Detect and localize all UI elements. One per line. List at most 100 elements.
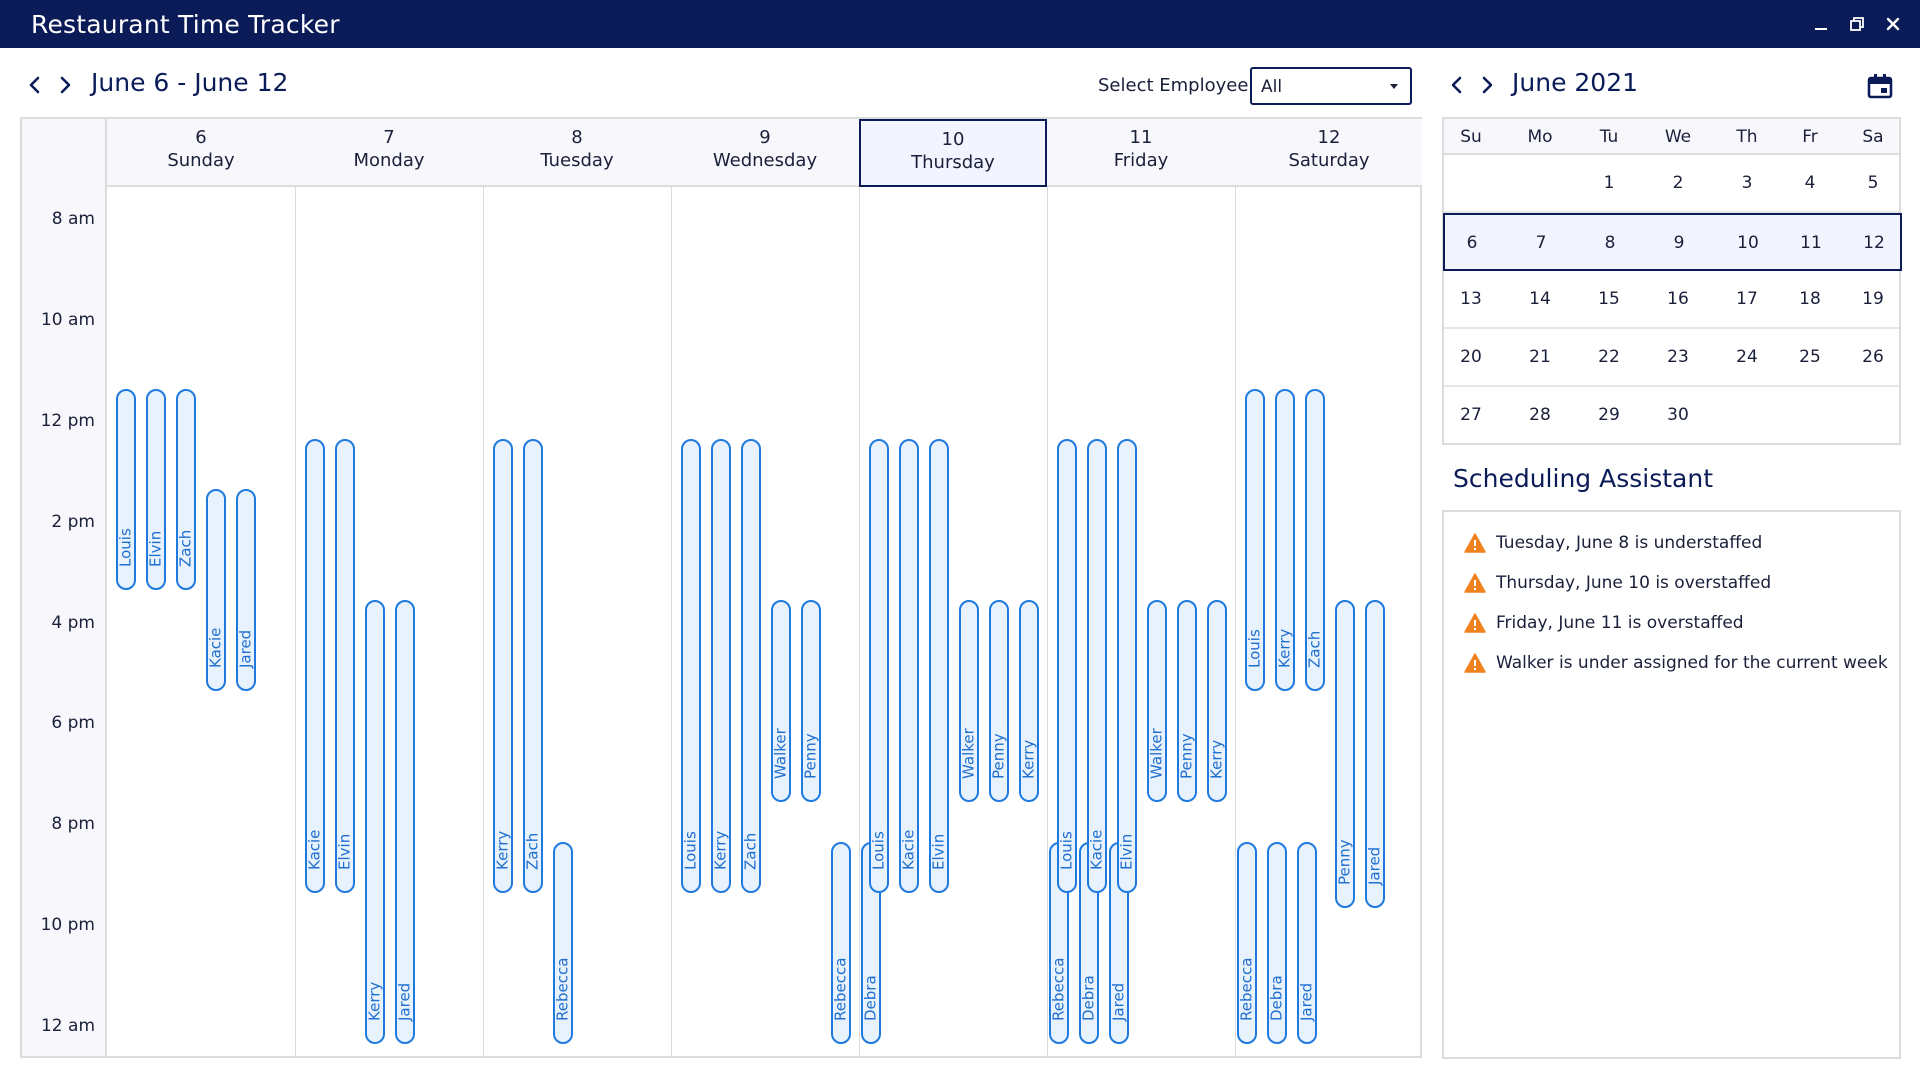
shift-employee-label: Kerry [1207, 739, 1226, 779]
prev-month-button[interactable] [1444, 72, 1470, 98]
shift-bar[interactable]: Elvin [1117, 439, 1137, 893]
day-header-thursday[interactable]: 10 Thursday [859, 119, 1047, 187]
mini-calendar-day[interactable]: 2 [1658, 173, 1698, 193]
shift-bar[interactable]: Kerry [365, 600, 385, 1044]
shift-bar[interactable]: Kacie [206, 489, 226, 691]
mini-calendar-day[interactable]: 23 [1658, 347, 1698, 367]
mini-calendar-week[interactable]: 1 2 3 4 5 [1444, 155, 1899, 213]
mini-calendar-day[interactable]: 29 [1589, 405, 1629, 425]
shift-employee-label: Kerry [365, 981, 384, 1021]
mini-calendar-day[interactable]: 13 [1451, 289, 1491, 309]
mini-calendar-day[interactable]: 9 [1659, 233, 1699, 253]
day-header-wednesday[interactable]: 9 Wednesday [671, 119, 859, 187]
shift-bar[interactable]: Zach [1305, 388, 1325, 691]
mini-calendar-day[interactable]: 26 [1853, 347, 1893, 367]
shift-bar[interactable]: Walker [959, 600, 979, 802]
mini-calendar-day[interactable]: 17 [1727, 289, 1767, 309]
mini-calendar-day[interactable]: 22 [1589, 347, 1629, 367]
shift-bar[interactable]: Jared [395, 600, 415, 1044]
shift-bar[interactable]: Jared [236, 489, 256, 691]
day-number: 10 [941, 129, 965, 150]
restore-icon[interactable] [1842, 9, 1872, 39]
assistant-alert[interactable]: Friday, June 11 is overstaffed [1464, 610, 1744, 636]
shift-bar[interactable]: Zach [741, 439, 761, 893]
mini-calendar-day[interactable]: 8 [1590, 233, 1630, 253]
mini-calendar-day[interactable]: 25 [1790, 347, 1830, 367]
mini-calendar-day[interactable]: 7 [1521, 233, 1561, 253]
mini-calendar-week[interactable]: 27 28 29 30 [1444, 387, 1899, 445]
mini-calendar-day[interactable]: 28 [1520, 405, 1560, 425]
mini-calendar-day[interactable]: 15 [1589, 289, 1629, 309]
mini-calendar-day[interactable]: 21 [1520, 347, 1560, 367]
shift-bar[interactable]: Kacie [1087, 439, 1107, 893]
day-column-saturday: Louis Kerry Zach Penny Jared [1235, 187, 1423, 1058]
minimize-icon[interactable] [1806, 9, 1836, 39]
shift-bar[interactable]: Kerry [1019, 600, 1039, 802]
shift-bar[interactable]: Rebecca [553, 842, 573, 1044]
mini-calendar-day[interactable]: 1 [1589, 173, 1629, 193]
mini-calendar-day[interactable]: 18 [1790, 289, 1830, 309]
day-header-friday[interactable]: 11 Friday [1047, 119, 1235, 187]
prev-week-button[interactable] [22, 72, 48, 98]
shift-bar[interactable]: Louis [116, 388, 136, 591]
shift-bar[interactable]: Kerry [1207, 600, 1227, 802]
assistant-alert[interactable]: Thursday, June 10 is overstaffed [1464, 570, 1771, 596]
shift-bar[interactable]: Zach [523, 439, 543, 893]
employee-select[interactable]: All [1250, 67, 1412, 105]
mini-calendar-day[interactable]: 11 [1791, 233, 1831, 253]
day-header-saturday[interactable]: 12 Saturday [1235, 119, 1423, 187]
mini-calendar-day[interactable]: 30 [1658, 405, 1698, 425]
shift-bar[interactable]: Kerry [1275, 388, 1295, 691]
mini-calendar-day[interactable]: 10 [1728, 233, 1768, 253]
mini-calendar-day[interactable]: 24 [1727, 347, 1767, 367]
shift-employee-label: Walker [771, 728, 790, 779]
shift-bar[interactable]: Kerry [711, 439, 731, 893]
shift-bar[interactable]: Kacie [899, 439, 919, 893]
next-week-button[interactable] [52, 72, 78, 98]
mini-calendar-day[interactable]: 27 [1451, 405, 1491, 425]
shift-bar[interactable]: Kerry [493, 439, 513, 893]
scheduling-assistant-panel: Tuesday, June 8 is understaffed Thursday,… [1442, 510, 1901, 1059]
mini-calendar-day[interactable]: 6 [1452, 233, 1492, 253]
mini-calendar-day[interactable]: 19 [1853, 289, 1893, 309]
shift-bar[interactable]: Louis [681, 439, 701, 893]
mini-calendar-day[interactable]: 16 [1658, 289, 1698, 309]
mini-calendar-day[interactable]: 12 [1854, 233, 1894, 253]
shift-bar[interactable]: Penny [989, 600, 1009, 802]
shift-bar[interactable]: Louis [1057, 439, 1077, 893]
shift-bar[interactable]: Rebecca [831, 842, 851, 1044]
mini-calendar-day[interactable]: 14 [1520, 289, 1560, 309]
assistant-alert[interactable]: Tuesday, June 8 is understaffed [1464, 530, 1762, 556]
shift-bar[interactable]: Zach [176, 388, 196, 591]
shift-bar[interactable]: Elvin [929, 439, 949, 893]
next-month-button[interactable] [1474, 72, 1500, 98]
mini-calendar-day[interactable]: 3 [1727, 173, 1767, 193]
shift-bar[interactable]: Louis [869, 439, 889, 893]
shift-bar[interactable]: Louis [1245, 388, 1265, 691]
calendar-icon[interactable] [1866, 72, 1894, 100]
day-header-tuesday[interactable]: 8 Tuesday [483, 119, 671, 187]
assistant-alert[interactable]: Walker is under assigned for the current… [1464, 650, 1888, 676]
chevron-right-icon [1482, 76, 1493, 94]
shift-bar[interactable]: Elvin [335, 439, 355, 893]
close-icon[interactable] [1878, 9, 1908, 39]
shift-bar[interactable]: Walker [1147, 600, 1167, 802]
mini-calendar-day[interactable]: 20 [1451, 347, 1491, 367]
day-header-monday[interactable]: 7 Monday [295, 119, 483, 187]
shift-bar[interactable]: Penny [801, 600, 821, 802]
shift-bar[interactable]: Walker [771, 600, 791, 802]
mini-calendar-week[interactable]: 20 21 22 23 24 25 26 [1444, 329, 1899, 387]
shift-bar[interactable]: Kacie [305, 439, 325, 893]
assistant-alert-text: Walker is under assigned for the current… [1496, 653, 1888, 673]
mini-calendar-day[interactable]: 5 [1853, 173, 1893, 193]
day-header-sunday[interactable]: 6 Sunday [107, 119, 295, 187]
shift-bar[interactable]: Penny [1177, 600, 1197, 802]
mini-calendar-day[interactable]: 4 [1790, 173, 1830, 193]
shift-bar[interactable]: Penny [1335, 600, 1355, 908]
shift-bar[interactable]: Elvin [146, 388, 166, 591]
shift-bar[interactable]: Jared [1365, 600, 1385, 908]
time-label: 2 pm [51, 511, 95, 532]
mini-calendar-week[interactable]: 6 7 8 9 10 11 12 [1443, 213, 1902, 271]
weekday-label: Su [1460, 127, 1482, 147]
mini-calendar-week[interactable]: 13 14 15 16 17 18 19 [1444, 271, 1899, 329]
